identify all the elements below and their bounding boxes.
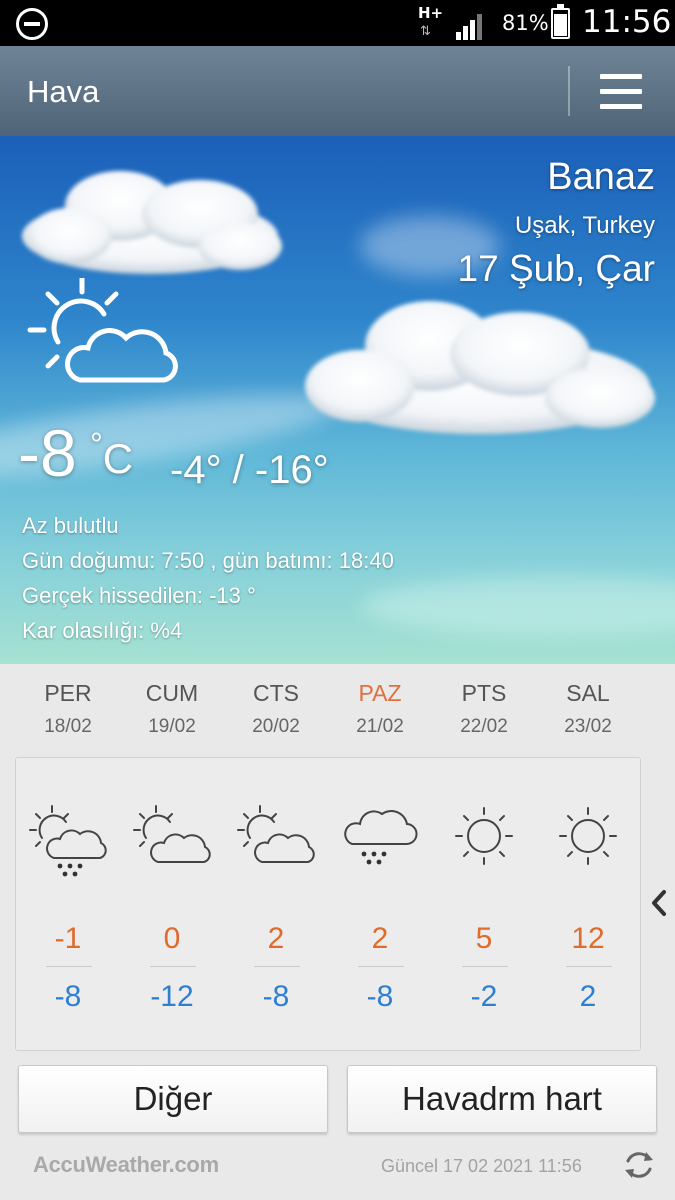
- city-name: Banaz: [547, 156, 655, 198]
- sun-icon: [455, 807, 513, 865]
- day-name: SAL: [566, 680, 610, 706]
- forecast-day-header[interactable]: PTS 22/02: [432, 680, 536, 738]
- high-low-temperature: -4° / -16°: [170, 448, 329, 492]
- low-temperature: -2: [470, 980, 498, 1013]
- forecast-day-header[interactable]: PAZ 21/02: [328, 680, 432, 738]
- day-name: CUM: [145, 680, 199, 706]
- hamburger-menu-icon[interactable]: [600, 74, 642, 110]
- temperature-separator: [358, 966, 404, 967]
- more-button[interactable]: Diğer: [18, 1065, 328, 1133]
- low-temperature: -12: [150, 980, 194, 1013]
- high-temperature: 2: [267, 922, 285, 955]
- cloud-graphic: [22, 171, 282, 274]
- low-temperature: 2: [579, 980, 597, 1013]
- day-name: PAZ: [358, 680, 402, 706]
- snow-chance: Kar olasılığı: %4: [22, 618, 183, 643]
- weather-map-button[interactable]: Havadrm hart: [347, 1065, 657, 1133]
- day-date: 20/02: [252, 716, 300, 737]
- day-name: PTS: [461, 680, 507, 706]
- partly-cloudy-icon: [133, 805, 211, 863]
- region-name: Uşak, Turkey: [514, 212, 655, 239]
- feels-like: Gerçek hissedilen: -13 °: [22, 583, 256, 608]
- temperature-separator: [462, 966, 508, 967]
- last-updated: Güncel 17 02 2021 11:56: [381, 1156, 582, 1176]
- high-temperature: 0: [163, 922, 181, 955]
- high-temperature: 2: [371, 922, 389, 955]
- low-temperature: -8: [366, 980, 394, 1013]
- snow-cloud-icon: [344, 810, 418, 865]
- signal-icon: [456, 14, 482, 40]
- sun-icon: [559, 807, 617, 865]
- app-bar: Hava: [0, 46, 675, 136]
- temperature-unit: °C: [90, 426, 134, 482]
- accuweather-logo[interactable]: AccuWeather.com: [33, 1152, 219, 1178]
- high-temperature: 12: [571, 922, 605, 955]
- low-temperature: -8: [262, 980, 290, 1013]
- current-temperature: -8: [18, 416, 77, 490]
- low-temperature: -8: [54, 980, 82, 1013]
- forecast-day-header[interactable]: SAL 23/02: [536, 680, 640, 738]
- forecast-day[interactable]: 2 -8: [328, 758, 432, 1050]
- day-date: 22/02: [460, 716, 508, 737]
- battery-fill: [554, 14, 567, 36]
- forecast-day-header[interactable]: CTS 20/02: [224, 680, 328, 738]
- high-temperature: -1: [54, 922, 82, 955]
- current-weather-panel: Banaz Uşak, Turkey 17 Şub, Çar -8 °C -4°…: [0, 136, 675, 664]
- weather-details: Az bulutlu Gün doğumu: 7:50 , gün batımı…: [22, 508, 394, 648]
- app-title: Hava: [27, 74, 100, 109]
- temperature-separator: [566, 966, 612, 967]
- data-activity-icon: ⇅: [420, 24, 431, 39]
- day-date: 18/02: [44, 716, 92, 737]
- forecast-day-headers: PER 18/02 CUM 19/02 CTS 20/02 PAZ 21/02 …: [16, 680, 640, 750]
- forecast-day[interactable]: 2 -8: [224, 758, 328, 1050]
- temperature-separator: [46, 966, 92, 967]
- forecast-day[interactable]: 12 2: [536, 758, 640, 1050]
- partly-cloudy-icon: [27, 278, 178, 383]
- network-type: H+: [418, 4, 444, 22]
- day-name: CTS: [253, 680, 299, 706]
- refresh-icon[interactable]: [622, 1148, 656, 1182]
- battery-percent: 81%: [502, 11, 549, 35]
- day-date: 21/02: [356, 716, 404, 737]
- current-date: 17 Şub, Çar: [457, 248, 655, 289]
- temperature-separator: [150, 966, 196, 967]
- battery-icon: [551, 4, 570, 39]
- forecast-day-header[interactable]: CUM 19/02: [120, 680, 224, 738]
- status-bar: H+ ⇅ 81% 11:56: [0, 0, 675, 46]
- forecast-day-header[interactable]: PER 18/02: [16, 680, 120, 738]
- forecast-day[interactable]: 0 -12: [120, 758, 224, 1050]
- partly-cloudy-icon: [237, 805, 315, 863]
- forecast-panel[interactable]: -1 -8 0 -12 2 -8 2 -8 5 -2 12 2: [15, 757, 641, 1051]
- chevron-left-icon[interactable]: [648, 888, 670, 918]
- partly-cloudy-snow-icon: [29, 805, 107, 877]
- day-date: 19/02: [148, 716, 196, 737]
- temperature-separator: [254, 966, 300, 967]
- app-bar-divider: [568, 66, 570, 116]
- forecast-day[interactable]: -1 -8: [16, 758, 120, 1050]
- forecast-day[interactable]: 5 -2: [432, 758, 536, 1050]
- high-temperature: 5: [475, 922, 493, 955]
- clock: 11:56: [582, 4, 672, 40]
- day-name: PER: [44, 680, 92, 706]
- sunrise-sunset: Gün doğumu: 7:50 , gün batımı: 18:40: [22, 548, 394, 573]
- condition-text: Az bulutlu: [22, 513, 119, 538]
- do-not-disturb-icon: [16, 8, 48, 40]
- day-date: 23/02: [564, 716, 612, 737]
